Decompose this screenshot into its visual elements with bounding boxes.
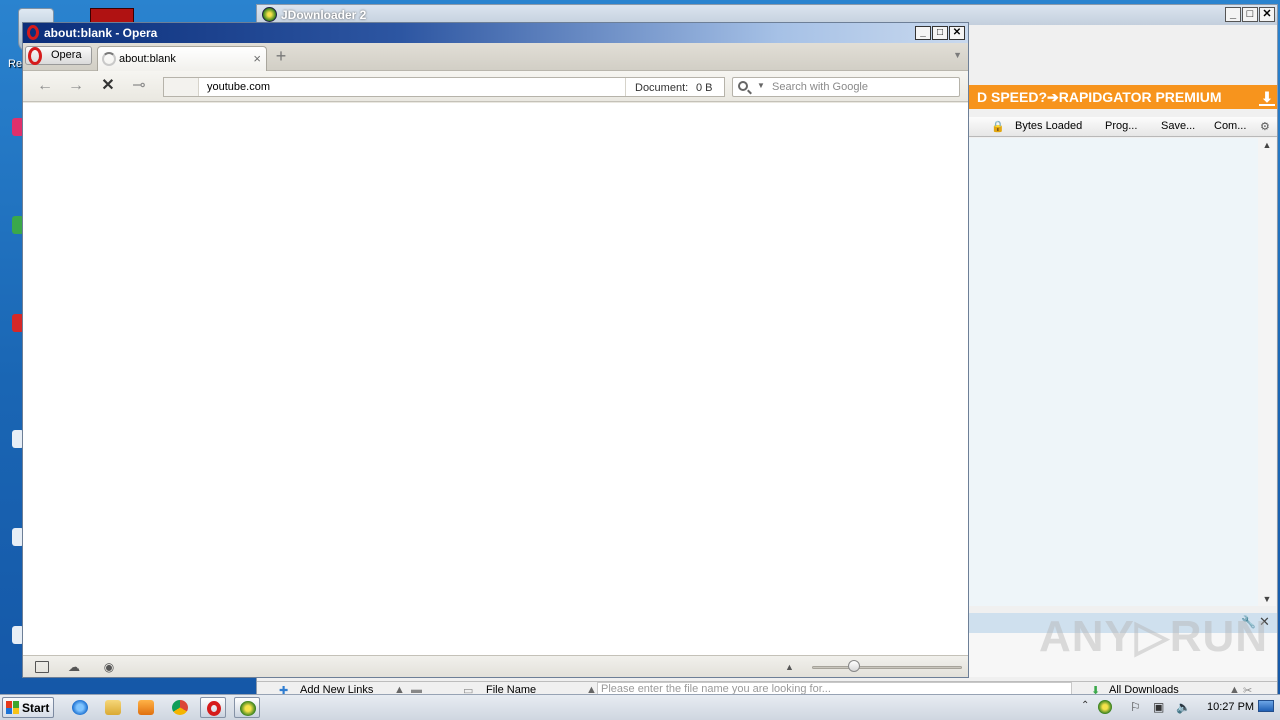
loading-spinner-icon [102,52,116,66]
status-bar: ☁ ◉ ▲ [23,655,968,677]
wand-key-button[interactable]: ⊸ [129,77,149,95]
tab-about-blank[interactable]: about:blank × [97,46,267,72]
opera-window-title: about:blank - Opera [44,26,158,40]
address-bar[interactable]: youtube.com Document: 0 B [163,77,725,97]
taskbar-chrome[interactable] [167,697,193,718]
downloads-table-header: 🔒 Bytes Loaded Prog... Save... Com... ⚙ [969,117,1277,137]
jdownloader-icon [240,701,256,716]
opera-close-button[interactable]: ✕ [949,26,965,40]
internet-explorer-icon [72,700,88,715]
column-comment[interactable]: Com... [1214,120,1246,132]
taskbar-internet-explorer[interactable] [67,697,93,718]
address-divider [625,78,626,96]
tab-title: about:blank [119,53,176,65]
tray-expand-icon[interactable]: ⌃ [1081,700,1089,711]
jdownloader-title: JDownloader 2 [281,8,367,22]
scroll-down-icon[interactable]: ▼ [1262,594,1272,604]
search-input[interactable]: Search with Google [772,81,868,93]
column-bytes-loaded[interactable]: Bytes Loaded [1015,120,1082,132]
zoom-slider-handle[interactable] [848,660,860,672]
zoom-menu-icon[interactable]: ▲ [785,662,794,672]
chrome-icon [172,700,188,715]
lock-icon: 🔒 [991,121,1005,133]
column-save-to[interactable]: Save... [1161,120,1195,132]
action-center-flag-icon[interactable]: ⚐ [1130,700,1141,714]
network-icon[interactable]: ▣ [1153,700,1164,714]
tray-jdownloader-icon[interactable] [1098,700,1112,714]
download-arrow-icon: ⬇ [1259,88,1275,106]
search-icon [738,81,748,91]
folder-icon [105,700,121,715]
taskbar-jdownloader[interactable] [234,697,260,718]
media-player-icon [138,700,154,715]
downloads-table-body[interactable] [969,138,1258,606]
taskbar: Start ⌃ ⚐ ▣ 🔈 10:27 PM [0,694,1280,720]
tab-menu-chevron-icon[interactable]: ▼ [953,50,962,60]
start-label: Start [22,701,50,715]
windows-logo-icon [6,701,19,714]
tab-bar: Opera about:blank × + ▼ [23,43,968,72]
back-button[interactable]: ← [35,77,55,95]
tab-close-icon[interactable]: × [253,51,261,66]
show-desktop-icon[interactable] [1258,700,1274,712]
panel-toggle-icon[interactable] [35,661,49,673]
document-size-label: Document: [635,82,689,94]
jd-bottom-toolbar: ✚ Add New Links ▲ ▬ ▭ File Name ▲ Please… [257,681,1277,697]
premium-banner[interactable]: D SPEED?➔RAPIDGATOR PREMIUM ⬇ [969,85,1277,109]
forward-button[interactable]: → [66,77,86,95]
opera-unite-cloud-icon[interactable]: ☁ [67,661,81,673]
opera-titlebar[interactable]: about:blank - Opera _ □ ✕ [23,23,968,43]
opera-menu-label: Opera [51,49,82,61]
address-input[interactable]: youtube.com [207,81,270,93]
turbo-speedometer-icon[interactable]: ◉ [102,661,116,673]
opera-minimize-button[interactable]: _ [915,26,931,40]
scroll-up-icon[interactable]: ▲ [1262,140,1272,150]
navigation-toolbar: ← → ✕ ⊸ youtube.com Document: 0 B ▼ Sear… [23,71,968,102]
column-settings-icon[interactable]: ⚙ [1260,120,1270,133]
recycle-bin-label: Re [8,58,23,70]
opera-icon [207,701,221,716]
taskbar-opera[interactable] [200,697,226,718]
opera-window: about:blank - Opera _ □ ✕ Opera about:bl… [22,22,969,678]
new-tab-button[interactable]: + [274,47,288,65]
start-button[interactable]: Start [2,697,54,718]
opera-logo-icon [27,25,39,40]
zoom-slider[interactable] [812,666,962,669]
jdownloader-logo-icon [262,7,277,22]
taskbar-media-player[interactable] [133,697,159,718]
downloads-scrollbar[interactable]: ▲ ▼ [1258,138,1276,606]
anyrun-watermark: ANY▷RUN [1039,612,1269,661]
jd-maximize-button[interactable]: □ [1242,7,1258,22]
search-engine-dropdown-icon[interactable]: ▼ [757,81,765,90]
volume-icon[interactable]: 🔈 [1176,700,1191,714]
site-badge[interactable] [164,78,199,96]
jd-minimize-button[interactable]: _ [1225,7,1241,22]
jd-close-button[interactable]: ✕ [1259,7,1275,22]
page-content[interactable] [23,103,968,656]
search-field[interactable]: ▼ Search with Google [732,77,960,97]
opera-maximize-button[interactable]: □ [932,26,948,40]
document-size-value: 0 B [696,82,713,94]
taskbar-file-explorer[interactable] [100,697,126,718]
opera-logo-icon [28,47,42,65]
column-progress[interactable]: Prog... [1105,120,1137,132]
premium-banner-text: D SPEED?➔RAPIDGATOR PREMIUM [977,89,1222,105]
clock[interactable]: 10:27 PM [1207,701,1254,713]
opera-menu-button[interactable]: Opera [25,46,92,65]
stop-button[interactable]: ✕ [98,77,118,95]
